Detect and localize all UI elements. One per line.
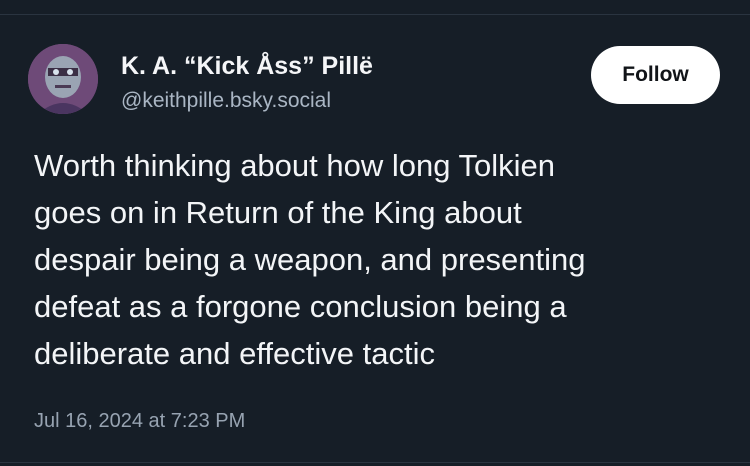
top-divider (0, 0, 750, 15)
avatar-portrait-icon (28, 44, 98, 114)
post-card: K. A. “Kick Åss” Pillë @keithpille.bsky.… (0, 15, 750, 465)
post-text-line: defeat as a forgone conclusion being a (34, 289, 567, 324)
post-text-line: despair being a weapon, and presenting (34, 242, 586, 277)
author-display-name[interactable]: K. A. “Kick Åss” Pillë (121, 52, 373, 81)
follow-button[interactable]: Follow (591, 46, 720, 104)
post-timestamp[interactable]: Jul 16, 2024 at 7:23 PM (34, 410, 245, 433)
post-text: Worth thinking about how long Tolkien go… (34, 142, 724, 377)
post-text-line: Worth thinking about how long Tolkien (34, 148, 556, 183)
post-text-line: deliberate and effective tactic (34, 336, 435, 371)
author-handle[interactable]: @keithpille.bsky.social (121, 89, 331, 113)
bottom-divider (0, 462, 750, 463)
post-text-line: goes on in Return of the King about (34, 195, 522, 230)
author-avatar[interactable] (28, 44, 98, 114)
